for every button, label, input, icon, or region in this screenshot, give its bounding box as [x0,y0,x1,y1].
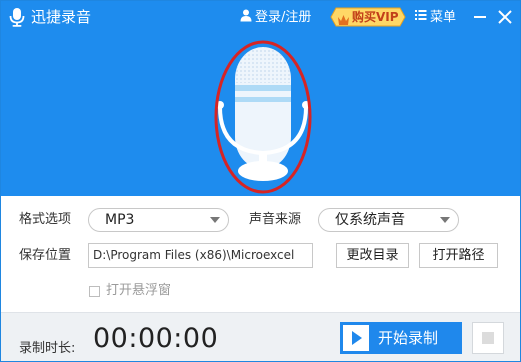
app-title: 迅捷录音 [31,8,92,26]
menu-icon [415,9,427,26]
float-window-checkbox[interactable] [89,285,100,297]
format-value: MP3 [105,212,135,228]
menu-button[interactable]: 菜单 [415,9,456,26]
source-select[interactable]: 仅系统声音 [318,208,459,232]
menu-label: 菜单 [430,9,457,25]
save-location-label: 保存位置 [19,248,72,263]
duration-label: 录制时长: [19,341,76,356]
stop-button[interactable] [472,322,504,354]
start-recording-label: 开始录制 [378,329,439,347]
play-icon [343,325,369,351]
source-value: 仅系统声音 [335,212,405,228]
buy-vip-button[interactable]: 购买VIP [330,7,406,27]
minimize-icon[interactable] [472,6,490,28]
app-window: 迅捷录音 登录/注册 购买VIP 菜单 格式选项 MP3 声音来源 仅系统声音 … [0,0,521,362]
microphone-icon [216,47,310,181]
buy-vip-label: 购买VIP [352,10,399,24]
app-logo-mic-icon [8,7,26,27]
stop-icon [482,332,494,344]
source-label: 声音来源 [249,212,302,227]
dropdown-caret-icon [210,217,220,223]
crown-icon [337,11,350,30]
format-select[interactable]: MP3 [88,208,229,232]
change-directory-button[interactable]: 更改目录 [336,243,409,268]
bottom-bar: 录制时长: 00:00:00 开始录制 [1,312,520,361]
duration-value: 00:00:00 [93,323,219,354]
float-window-option[interactable]: 打开悬浮窗 [89,283,171,299]
header-area: 迅捷录音 登录/注册 购买VIP 菜单 [1,1,520,197]
format-label: 格式选项 [19,212,72,227]
user-icon [240,9,252,27]
dropdown-caret-icon [440,217,450,223]
save-path-field[interactable]: D:\Program Files (x86)\Microexcel [88,243,313,268]
float-window-label: 打开悬浮窗 [106,283,172,298]
record-microphone-button[interactable] [211,37,315,197]
login-register-link[interactable]: 登录/注册 [240,9,311,27]
title-bar: 迅捷录音 登录/注册 购买VIP 菜单 [1,1,520,33]
open-path-button[interactable]: 打开路径 [419,243,498,268]
login-register-label: 登录/注册 [255,10,312,25]
start-recording-button[interactable]: 开始录制 [340,322,462,354]
close-icon[interactable] [496,6,514,28]
